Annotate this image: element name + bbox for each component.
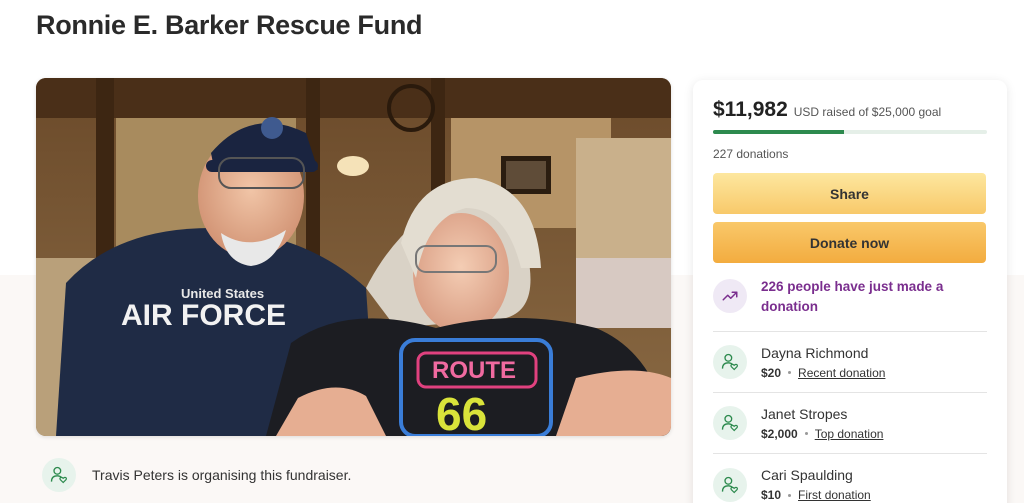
donor-name: Janet Stropes: [761, 405, 848, 422]
donation-panel: $11,982 USD raised of $25,000 goal 227 d…: [693, 80, 1007, 503]
separator-dot: [788, 493, 792, 497]
trend-icon-circle: [713, 279, 747, 313]
donor-row: Janet Stropes $2,000 Top donation: [713, 393, 987, 454]
donor-list: Dayna Richmond $20 Recent donation Janet…: [713, 332, 987, 503]
first-donation-link[interactable]: First donation: [798, 488, 871, 502]
donor-avatar: [713, 467, 747, 502]
top-donation-link[interactable]: Top donation: [815, 427, 884, 441]
organiser-avatar: [42, 458, 76, 492]
organiser-row: Travis Peters is organising this fundrai…: [42, 458, 351, 492]
person-heart-icon: [721, 353, 738, 371]
donor-name: Cari Spaulding: [761, 467, 853, 483]
progress-fill: [713, 130, 845, 134]
donor-row: Cari Spaulding $10 First donation: [713, 454, 987, 503]
air-force-shirt-top-text: United States: [181, 286, 264, 301]
progress-bar: [713, 130, 987, 134]
goal-text: USD raised of $25,000 goal: [793, 105, 942, 119]
donate-now-button[interactable]: Donate now: [713, 222, 986, 263]
person-heart-icon: [721, 414, 738, 432]
share-button[interactable]: Share: [713, 173, 986, 214]
route-66-shirt-number: 66: [436, 388, 487, 436]
fundraiser-hero-image[interactable]: AIR FORCE United States ROUTE 66: [36, 78, 671, 436]
air-force-shirt-text: AIR FORCE: [121, 299, 286, 332]
page-title: Ronnie E. Barker Rescue Fund: [36, 10, 423, 40]
trending-up-icon: [722, 291, 738, 301]
donor-amount: $2,000: [761, 426, 798, 441]
donor-row: Dayna Richmond $20 Recent donation: [713, 332, 987, 393]
raised-amount: $11,982: [713, 98, 788, 121]
separator-dot: [788, 371, 792, 374]
separator-dot: [804, 432, 808, 435]
donations-count: 227 donations: [713, 147, 789, 161]
amount-row: $11,982 USD raised of $25,000 goal: [713, 98, 987, 122]
recent-donation-link[interactable]: Recent donation: [798, 366, 885, 380]
donor-avatar: [713, 345, 747, 379]
route-shirt-text: ROUTE: [432, 357, 516, 384]
person-heart-icon: [721, 476, 738, 493]
donor-name: Dayna Richmond: [761, 344, 869, 361]
donor-avatar: [713, 406, 747, 440]
donor-amount: $20: [761, 365, 782, 380]
hero-photo: AIR FORCE United States ROUTE 66: [36, 78, 671, 436]
donor-amount: $10: [761, 488, 782, 502]
recent-activity-row: 226 people have just made a donation: [713, 277, 987, 332]
organiser-text: Travis Peters is organising this fundrai…: [92, 467, 352, 483]
recent-activity-text[interactable]: 226 people have just made a donation: [761, 277, 987, 317]
person-heart-icon: [50, 466, 67, 484]
